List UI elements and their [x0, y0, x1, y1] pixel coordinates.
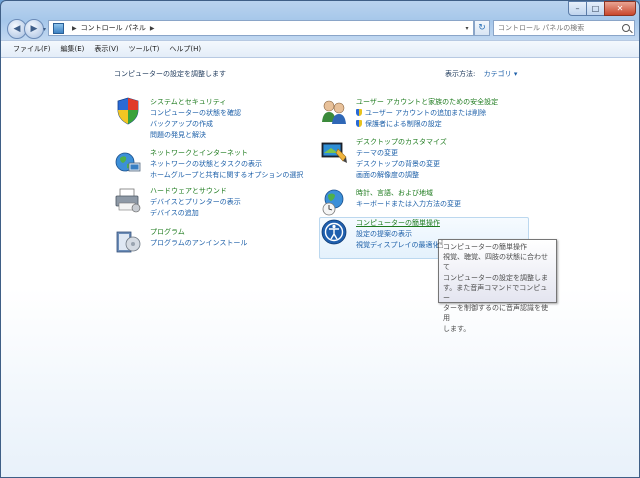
- control-panel-icon: [53, 22, 64, 34]
- view-by: 表示方法: カテゴリ ▾: [445, 69, 517, 79]
- arrow-left-icon: ◀: [13, 24, 21, 34]
- navigation-bar: ◀ ▶ ▾ ▶ コントロール パネル ▶ ▾ ↻: [1, 17, 639, 39]
- search-icon[interactable]: [622, 24, 630, 32]
- tooltip-line: します。: [443, 324, 471, 333]
- search-box[interactable]: [493, 20, 635, 36]
- breadcrumb-control-panel[interactable]: コントロール パネル: [81, 23, 146, 33]
- history-dropdown-icon[interactable]: ▾: [43, 26, 46, 33]
- close-button[interactable]: ✕: [604, 1, 636, 16]
- link-parental-controls[interactable]: 保護者による制限の設定: [356, 119, 556, 130]
- clock-globe-icon[interactable]: [320, 188, 348, 216]
- link-homegroup-sharing[interactable]: ホームグループと共有に関するオプションの選択: [150, 170, 350, 181]
- tooltip-line: コンピューターの簡単操作: [443, 243, 527, 251]
- shield-icon[interactable]: [114, 97, 142, 125]
- tooltip-line: ターを制御するのに音声認識を使用: [443, 304, 548, 323]
- breadcrumb-separator-icon[interactable]: ▶: [150, 25, 155, 32]
- users-icon[interactable]: [320, 97, 348, 125]
- ease-of-access-tooltip: コンピューターの簡単操作 視覚、聴覚、四肢の状態に合わせて コンピューターの設定…: [438, 239, 557, 333]
- tooltip-line: す。また音声コマンドでコンピュー: [443, 283, 548, 303]
- caption-buttons: – □ ✕: [568, 1, 636, 16]
- link-change-theme[interactable]: テーマの変更: [356, 148, 556, 159]
- menu-edit[interactable]: 編集(E): [61, 44, 85, 54]
- link-change-keyboard-input[interactable]: キーボードまたは入力方法の変更: [356, 199, 556, 210]
- minimize-button[interactable]: –: [568, 1, 587, 16]
- menu-view[interactable]: 表示(V): [94, 44, 118, 54]
- breadcrumb-separator-icon[interactable]: ▶: [72, 25, 77, 32]
- maximize-button[interactable]: □: [586, 1, 605, 16]
- category-title-ease-of-access[interactable]: コンピューターの簡単操作: [356, 218, 556, 229]
- link-add-remove-user-accounts[interactable]: ユーザー アカウントの追加または削除: [356, 108, 556, 119]
- menu-bar: ファイル(F) 編集(E) 表示(V) ツール(T) ヘルプ(H): [1, 40, 639, 58]
- content-area: コンピューターの設定を調整します 表示方法: カテゴリ ▾ システムとセキュリテ…: [1, 58, 639, 477]
- printer-icon[interactable]: [114, 186, 142, 214]
- programs-icon[interactable]: [114, 227, 142, 255]
- category-title-users[interactable]: ユーザー アカウントと家族のための安全設定: [356, 97, 556, 108]
- tooltip-line: 視覚、聴覚、四肢の状態に合わせて: [443, 253, 548, 272]
- menu-tools[interactable]: ツール(T): [129, 44, 160, 54]
- refresh-button[interactable]: ↻: [474, 20, 490, 36]
- forward-button[interactable]: ▶: [24, 19, 44, 39]
- link-adjust-resolution[interactable]: 画面の解像度の調整: [356, 170, 556, 181]
- network-globe-icon[interactable]: [114, 148, 142, 176]
- ease-of-access-icon[interactable]: [320, 218, 348, 246]
- desktop-personalize-icon[interactable]: [320, 137, 348, 165]
- page-title: コンピューターの設定を調整します: [114, 70, 226, 78]
- control-panel-window: – □ ✕ ◀ ▶ ▾ ▶ コントロール パネル ▶ ▾ ↻ ファイル(F) 編…: [0, 0, 640, 478]
- menu-help[interactable]: ヘルプ(H): [169, 44, 201, 54]
- uac-shield-icon: [356, 109, 362, 116]
- search-input[interactable]: [498, 24, 616, 32]
- address-dropdown-icon[interactable]: ▾: [461, 25, 473, 32]
- refresh-icon: ↻: [478, 23, 486, 33]
- arrow-right-icon: ▶: [30, 24, 38, 34]
- address-bar[interactable]: ▶ コントロール パネル ▶ ▾: [48, 20, 474, 36]
- view-by-label: 表示方法:: [445, 70, 476, 78]
- view-by-dropdown[interactable]: カテゴリ ▾: [484, 70, 518, 78]
- category-title-clock[interactable]: 時計、言語、および地域: [356, 188, 556, 199]
- hand-cursor-icon: ☝: [437, 238, 444, 251]
- tooltip-line: コンピューターの設定を調整しま: [443, 273, 548, 282]
- menu-file[interactable]: ファイル(F): [13, 44, 51, 54]
- category-title-appearance[interactable]: デスクトップのカスタマイズ: [356, 137, 556, 148]
- link-change-desktop-background[interactable]: デスクトップの背景の変更: [356, 159, 556, 170]
- uac-shield-icon: [356, 120, 362, 127]
